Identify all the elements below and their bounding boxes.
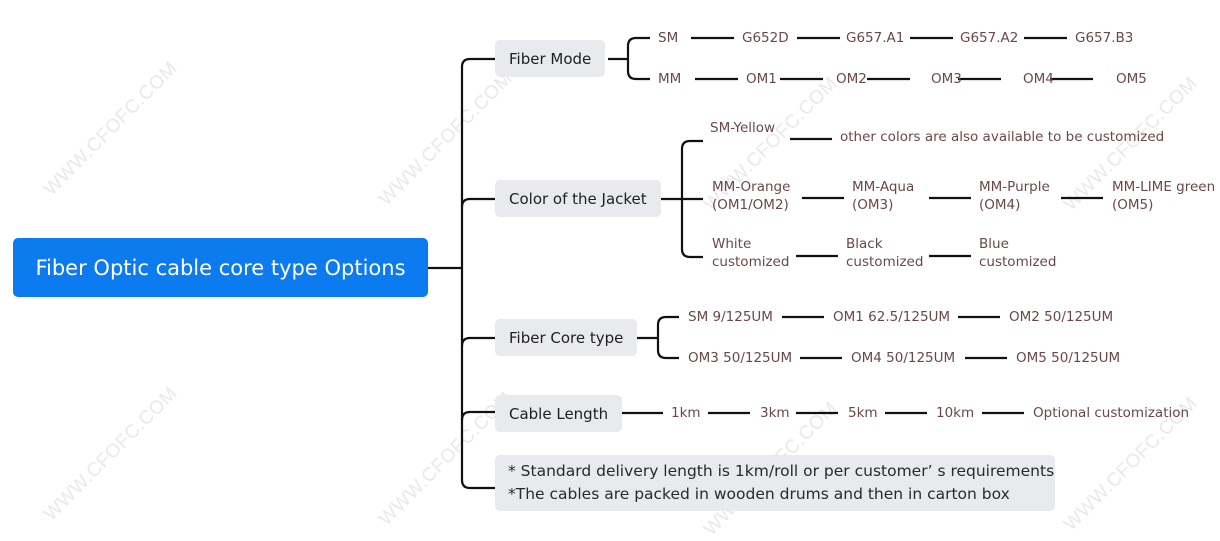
leaf-line: MM-Orange [712,179,791,195]
leaf-topic[interactable]: White customized [712,235,789,271]
note-line: * Standard delivery length is 1km/roll o… [508,462,1055,480]
leaf-topic[interactable]: Blue customized [979,235,1056,271]
note-topic[interactable]: * Standard delivery length is 1km/roll o… [495,455,1055,511]
leaf-topic[interactable]: OM4 50/125UM [851,349,955,367]
leaf-line: MM-Aqua [852,179,915,195]
leaf-topic[interactable]: other colors are also available to be cu… [840,128,1164,146]
leaf-topic[interactable]: MM-LIME green (OM5) [1112,178,1215,214]
leaf-topic[interactable]: G657.A1 [846,29,904,47]
mind-map-canvas: WWW.CFOFC.COM WWW.CFOFC.COM WWW.CFOFC.CO… [0,0,1220,540]
leaf-topic[interactable]: OM5 [1116,70,1147,88]
leaf-line: MM-LIME green [1112,179,1216,195]
leaf-topic[interactable]: 10km [936,404,974,422]
branch-core-type[interactable]: Fiber Core type [495,319,638,356]
leaf-topic[interactable]: G657.A2 [960,29,1018,47]
leaf-topic[interactable]: MM-Aqua (OM3) [852,178,914,214]
branch-label: Fiber Core type [509,328,624,347]
root-topic[interactable]: Fiber Optic cable core type Options [13,238,428,297]
leaf-line: MM-Purple [979,179,1050,195]
leaf-line: customized [712,254,790,270]
leaf-topic[interactable]: MM-Purple (OM4) [979,178,1050,214]
connector-core [460,336,495,347]
leaf-topic[interactable]: MM-Orange (OM1/OM2) [712,178,790,214]
leaf-topic[interactable]: OM1 62.5/125UM [833,308,950,326]
branch-cable-length[interactable]: Cable Length [495,395,623,432]
leaf-topic[interactable]: OM1 [746,70,777,88]
leaf-topic[interactable]: SM [658,29,678,47]
leaf-topic[interactable]: 1km [671,404,701,422]
leaf-line: (OM4) [979,197,1021,213]
leaf-topic[interactable]: OM5 50/125UM [1016,349,1120,367]
leaf-line: Black [846,236,883,252]
branch-label: Fiber Mode [509,49,592,68]
leaf-topic[interactable]: SM-Yellow [710,119,775,137]
connector-length [460,410,495,421]
leaf-topic[interactable]: OM3 [931,70,962,88]
branch-label: Color of the Jacket [509,189,647,208]
leaf-topic[interactable]: OM2 [836,70,867,88]
branch-fiber-mode[interactable]: Fiber Mode [495,40,606,77]
leaf-topic[interactable]: 3km [760,404,790,422]
leaf-topic[interactable]: OM3 50/125UM [688,349,792,367]
leaf-topic[interactable]: G657.B3 [1075,29,1133,47]
leaf-line: customized [979,254,1057,270]
leaf-line: (OM5) [1112,197,1154,213]
leaf-topic[interactable]: G652D [742,29,789,47]
connector-trunk [460,57,495,490]
root-topic-label: Fiber Optic cable core type Options [35,255,406,280]
leaf-topic[interactable]: MM [658,70,681,88]
leaf-line: (OM1/OM2) [712,197,789,213]
leaf-line: (OM3) [852,197,894,213]
connector-jacket [460,197,495,208]
branch-label: Cable Length [509,404,609,423]
leaf-line: customized [846,254,924,270]
branch-jacket-color[interactable]: Color of the Jacket [495,180,661,217]
leaf-line: White [712,236,752,252]
leaf-topic[interactable]: OM4 [1023,70,1054,88]
note-line: *The cables are packed in wooden drums a… [508,485,1010,503]
leaf-topic[interactable]: 5km [848,404,878,422]
leaf-line: Blue [979,236,1009,252]
leaf-topic[interactable]: Black customized [846,235,923,271]
leaf-topic[interactable]: OM2 50/125UM [1009,308,1113,326]
leaf-topic[interactable]: SM 9/125UM [688,308,773,326]
leaf-topic[interactable]: Optional customization [1033,404,1189,422]
